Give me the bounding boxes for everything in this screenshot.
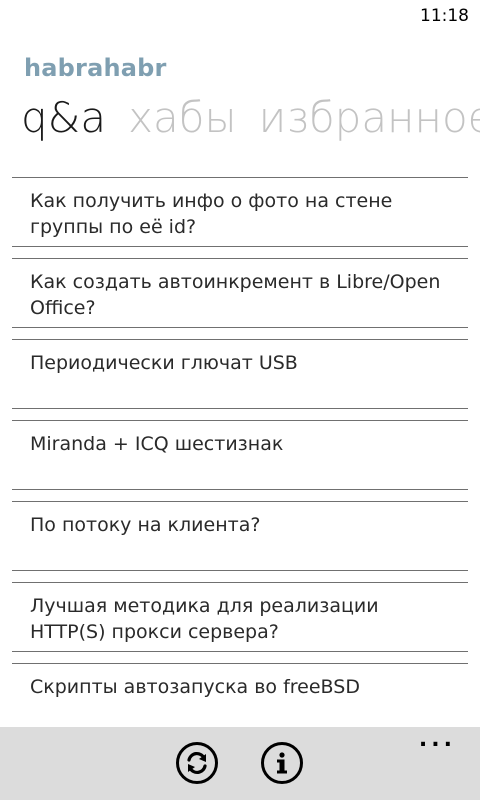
list-item[interactable]: Лучшая методика для реализации HTTP(S) п… <box>12 582 468 652</box>
list-item[interactable]: Периодически глючат USB <box>12 339 468 409</box>
list-item[interactable]: Скрипты автозапуска во freeBSD <box>12 663 468 733</box>
list-item-title: Периодически глючат USB <box>30 352 298 374</box>
status-time: 11:18 <box>420 6 469 26</box>
pivot-item-hubs[interactable]: хабы <box>128 94 236 142</box>
list-item-title: Miranda + ICQ шестизнак <box>30 433 284 455</box>
refresh-icon <box>187 751 207 775</box>
pivot-header: q&a хабы избранное <box>21 94 480 142</box>
list-item-title: Как получить инфо о фото на стене группы… <box>30 190 393 238</box>
list-item-title: Скрипты автозапуска во freeBSD <box>30 676 360 698</box>
list-item[interactable]: Как создать автоинкремент в Libre/Open O… <box>12 258 468 328</box>
list-item[interactable]: Как получить инфо о фото на стене группы… <box>12 177 468 247</box>
question-list: Как получить инфо о фото на стене группы… <box>12 177 468 744</box>
info-button[interactable] <box>261 742 303 784</box>
info-icon <box>277 752 287 774</box>
refresh-button[interactable] <box>176 742 218 784</box>
more-menu-button[interactable]: ... <box>419 729 456 751</box>
list-item[interactable]: По потоку на клиента? <box>12 501 468 571</box>
list-item-title: Как создать автоинкремент в Libre/Open O… <box>30 271 441 319</box>
application-bar: ... <box>0 727 480 800</box>
pivot-item-qa[interactable]: q&a <box>21 94 106 142</box>
app-title: habrahabr <box>24 54 167 82</box>
status-bar: 11:18 <box>0 0 480 32</box>
list-item[interactable]: Miranda + ICQ шестизнак <box>12 420 468 490</box>
pivot-item-favorites[interactable]: избранное <box>259 94 480 142</box>
list-item-title: По потоку на клиента? <box>30 514 261 536</box>
list-item-title: Лучшая методика для реализации HTTP(S) п… <box>30 595 379 643</box>
